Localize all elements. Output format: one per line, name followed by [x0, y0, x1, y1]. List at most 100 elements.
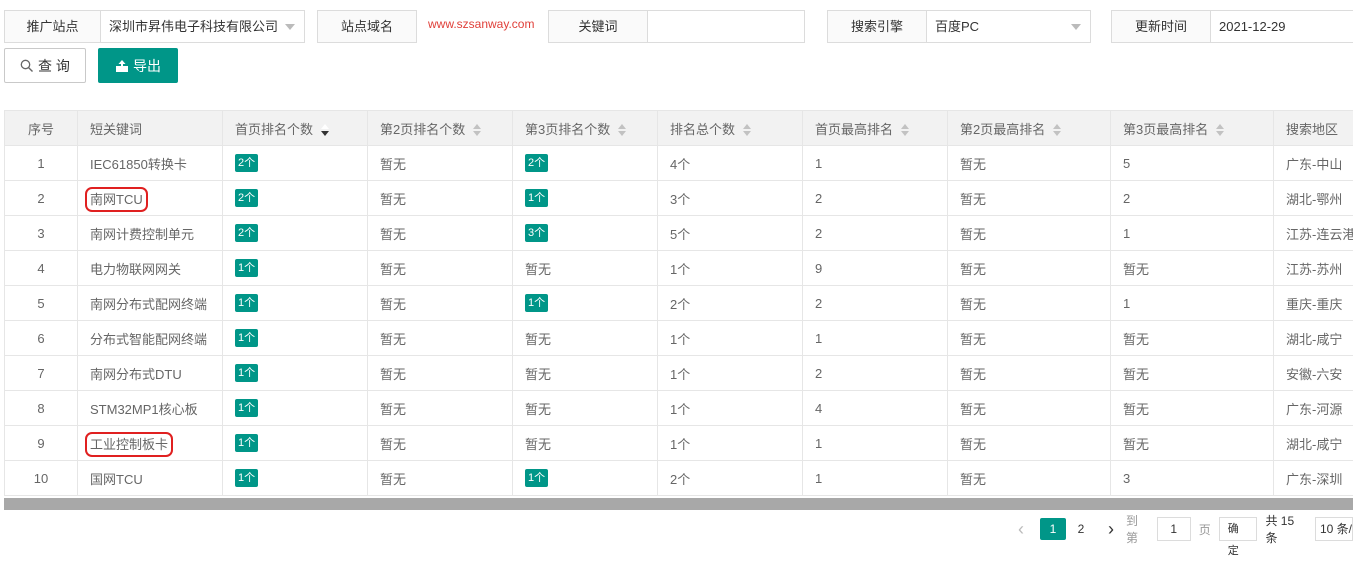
- table-cell-best2: 暂无: [948, 391, 1111, 426]
- table-cell-best3: 暂无: [1111, 391, 1274, 426]
- column-header-label: 第2页排名个数: [380, 122, 465, 137]
- prev-page-button[interactable]: ‹: [1008, 518, 1034, 540]
- count-badge: 1个: [235, 399, 258, 417]
- table-cell-best1: 1: [803, 146, 948, 181]
- engine-select[interactable]: 百度PC: [926, 10, 1091, 43]
- table-row: 3南网计费控制单元2个暂无3个5个2暂无1江苏-连云港: [5, 216, 1353, 251]
- column-header[interactable]: 排名总个数: [658, 111, 803, 146]
- cell-text: 3: [1123, 471, 1130, 486]
- table-cell-idx: 3: [5, 216, 78, 251]
- table-cell-idx: 6: [5, 321, 78, 356]
- sort-icon[interactable]: [473, 124, 483, 136]
- cell-text: 2个: [670, 472, 690, 487]
- cell-text: 1: [815, 156, 822, 171]
- cell-text: 7: [37, 366, 44, 381]
- table-cell-p3: 暂无: [513, 356, 658, 391]
- table-cell-p3: 1个: [513, 286, 658, 321]
- table-cell-region: 广东-中山: [1274, 146, 1353, 181]
- table-cell-best1: 4: [803, 391, 948, 426]
- cell-text: 暂无: [380, 472, 406, 487]
- domain-value: www.szsanway.com: [420, 10, 548, 43]
- cell-text: 暂无: [960, 367, 986, 382]
- table-cell-p2: 暂无: [368, 426, 513, 461]
- updated-date-input[interactable]: 2021-12-29: [1210, 10, 1353, 43]
- sort-icon[interactable]: [1053, 124, 1063, 136]
- next-page-button[interactable]: ›: [1098, 518, 1124, 540]
- table-cell-region: 湖北-咸宁: [1274, 426, 1353, 461]
- table-cell-region: 安徽-六安: [1274, 356, 1353, 391]
- count-badge: 1个: [235, 469, 258, 487]
- page-unit-label: 页: [1199, 521, 1211, 538]
- cell-text: 暂无: [380, 227, 406, 242]
- table-cell-best2: 暂无: [948, 286, 1111, 321]
- cell-text: 安徽-六安: [1286, 367, 1342, 382]
- cell-text: 4: [37, 261, 44, 276]
- page-button-current[interactable]: 1: [1040, 518, 1066, 540]
- page-size-select[interactable]: 10 条/页: [1315, 517, 1353, 541]
- goto-label: 到第: [1126, 512, 1149, 546]
- updated-date-value: 2021-12-29: [1211, 11, 1286, 44]
- export-icon: [115, 59, 129, 73]
- cell-text: 暂无: [960, 262, 986, 277]
- cell-text: 暂无: [525, 367, 551, 382]
- table-cell-best1: 2: [803, 181, 948, 216]
- column-header[interactable]: 第2页排名个数: [368, 111, 513, 146]
- keyword-label: 关键词: [548, 10, 648, 43]
- chevron-down-icon: [285, 24, 295, 30]
- horizontal-scrollbar[interactable]: [4, 498, 1353, 510]
- column-header[interactable]: 第2页最高排名: [948, 111, 1111, 146]
- table-cell-best2: 暂无: [948, 251, 1111, 286]
- table-cell-kw: IEC61850转换卡: [78, 146, 223, 181]
- table-cell-p3: 暂无: [513, 391, 658, 426]
- table-cell-region: 重庆-重庆: [1274, 286, 1353, 321]
- table-cell-best3: 1: [1111, 286, 1274, 321]
- table-cell-region: 广东-河源: [1274, 391, 1353, 426]
- sort-icon[interactable]: [901, 124, 911, 136]
- sort-icon[interactable]: [1216, 124, 1226, 136]
- keyword-input[interactable]: [647, 10, 805, 43]
- goto-page-input[interactable]: 1: [1157, 517, 1191, 541]
- table-cell-best2: 暂无: [948, 356, 1111, 391]
- table-cell-kw: 工业控制板卡: [78, 426, 223, 461]
- sort-icon[interactable]: [618, 124, 628, 136]
- cell-text: 暂无: [1123, 332, 1149, 347]
- cell-text: 暂无: [380, 157, 406, 172]
- table-row: 10国网TCU1个暂无1个2个1暂无3广东-深圳: [5, 461, 1353, 496]
- export-button[interactable]: 导出: [98, 48, 178, 83]
- table-cell-p3: 2个: [513, 146, 658, 181]
- cell-text: 1个: [670, 262, 690, 277]
- query-button-label: 查 询: [38, 56, 70, 76]
- sort-icon[interactable]: [743, 124, 753, 136]
- cell-text: 南网分布式DTU: [90, 367, 182, 382]
- cell-text: 1个: [670, 437, 690, 452]
- keyword-input-value: [648, 11, 656, 44]
- table-row: 8STM32MP1核心板1个暂无暂无1个4暂无暂无广东-河源: [5, 391, 1353, 426]
- query-button[interactable]: 查 询: [4, 48, 86, 83]
- cell-text: 暂无: [960, 192, 986, 207]
- table-cell-best1: 9: [803, 251, 948, 286]
- cell-text: 南网计费控制单元: [90, 227, 194, 242]
- chevron-down-icon: [1071, 24, 1081, 30]
- table-cell-p2: 暂无: [368, 356, 513, 391]
- table-cell-p3: 3个: [513, 216, 658, 251]
- column-header[interactable]: 首页排名个数: [223, 111, 368, 146]
- cell-text: 南网分布式配网终端: [90, 297, 207, 312]
- table-cell-region: 江苏-连云港: [1274, 216, 1353, 251]
- sort-icon[interactable]: [321, 124, 331, 136]
- column-header[interactable]: 第3页排名个数: [513, 111, 658, 146]
- column-header[interactable]: 第3页最高排名: [1111, 111, 1274, 146]
- goto-confirm-button[interactable]: 确定: [1219, 517, 1258, 541]
- domain-label: 站点域名: [317, 10, 417, 43]
- export-button-label: 导出: [133, 56, 161, 76]
- column-header[interactable]: 首页最高排名: [803, 111, 948, 146]
- table-header-row: 序号 短关键词 首页排名个数 第2页排名个数 第3页排名个数 排名总个数 首页最…: [5, 111, 1353, 146]
- page-button[interactable]: 2: [1068, 518, 1094, 540]
- cell-text: IEC61850转换卡: [90, 157, 187, 172]
- cell-text: 暂无: [380, 262, 406, 277]
- table-cell-p3: 暂无: [513, 321, 658, 356]
- site-select[interactable]: 深圳市昇伟电子科技有限公司: [100, 10, 305, 43]
- engine-select-value: 百度PC: [927, 11, 979, 44]
- column-header-label: 首页最高排名: [815, 122, 893, 137]
- count-badge: 1个: [525, 469, 548, 487]
- table-cell-region: 江苏-苏州: [1274, 251, 1353, 286]
